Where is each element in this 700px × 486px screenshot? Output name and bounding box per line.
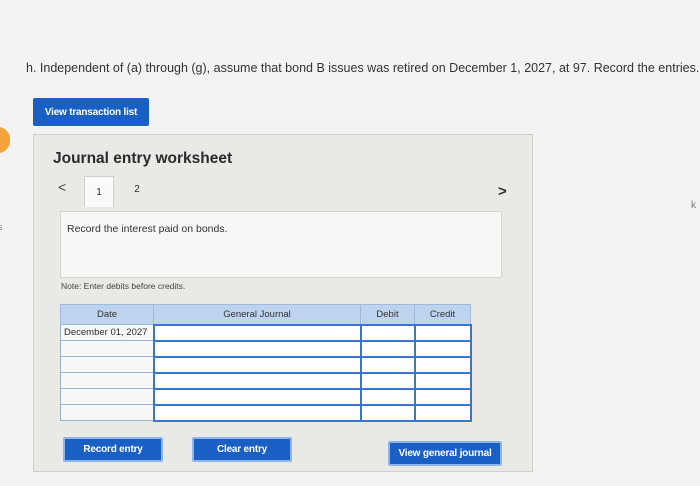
journal-table: Date General Journal Debit Credit Decemb… — [60, 304, 472, 422]
table-row: December 01, 2027 — [60, 323, 472, 342]
tab-entry-1[interactable]: 1 — [84, 176, 114, 207]
question-text: h. Independent of (a) through (g), assum… — [26, 61, 700, 75]
table-row — [60, 371, 472, 390]
instruction-text: Record the interest paid on bonds. — [67, 223, 228, 235]
account-input[interactable] — [152, 387, 362, 406]
worksheet-title: Journal entry worksheet — [53, 150, 233, 167]
credit-input[interactable] — [413, 403, 472, 422]
account-input[interactable] — [152, 355, 362, 374]
debit-input[interactable] — [359, 339, 416, 358]
column-header-general-journal: General Journal — [153, 304, 361, 325]
credit-input[interactable] — [413, 371, 472, 390]
debit-input[interactable] — [359, 323, 416, 342]
table-row — [60, 387, 472, 406]
credit-input[interactable] — [413, 355, 472, 374]
date-cell — [60, 340, 154, 357]
debit-input[interactable] — [359, 371, 416, 390]
credit-input[interactable] — [413, 387, 472, 406]
clear-entry-button[interactable]: Clear entry — [192, 437, 292, 462]
margin-mark-left: s — [0, 222, 3, 232]
journal-entry-worksheet: Journal entry worksheet < 1 2 > Record t… — [33, 134, 533, 472]
column-header-date: Date — [60, 304, 154, 325]
account-input[interactable] — [152, 403, 362, 422]
record-entry-button[interactable]: Record entry — [63, 437, 163, 462]
date-cell — [60, 356, 154, 373]
table-row — [60, 403, 472, 422]
note-text: Note: Enter debits before credits. — [61, 281, 186, 291]
debit-input[interactable] — [359, 355, 416, 374]
view-general-journal-button[interactable]: View general journal — [388, 441, 502, 466]
instruction-box: Record the interest paid on bonds. — [60, 211, 502, 278]
table-row — [60, 339, 472, 358]
table-row — [60, 355, 472, 374]
account-input[interactable] — [152, 371, 362, 390]
view-transaction-list-button[interactable]: View transaction list — [33, 98, 149, 126]
date-cell — [60, 372, 154, 389]
account-input[interactable] — [152, 339, 362, 358]
credit-input[interactable] — [413, 323, 472, 342]
next-chevron-icon[interactable]: > — [498, 183, 507, 200]
prev-chevron-icon[interactable]: < — [58, 179, 66, 195]
date-cell — [60, 404, 154, 421]
debit-input[interactable] — [359, 387, 416, 406]
account-input[interactable] — [152, 323, 362, 342]
column-header-credit: Credit — [414, 304, 471, 325]
progress-marker — [0, 127, 10, 153]
date-cell — [60, 388, 154, 405]
debit-input[interactable] — [359, 403, 416, 422]
tab-entry-2[interactable]: 2 — [122, 176, 152, 203]
credit-input[interactable] — [413, 339, 472, 358]
margin-mark-right: k — [691, 200, 696, 211]
date-cell: December 01, 2027 — [60, 324, 154, 341]
column-header-debit: Debit — [360, 304, 415, 325]
